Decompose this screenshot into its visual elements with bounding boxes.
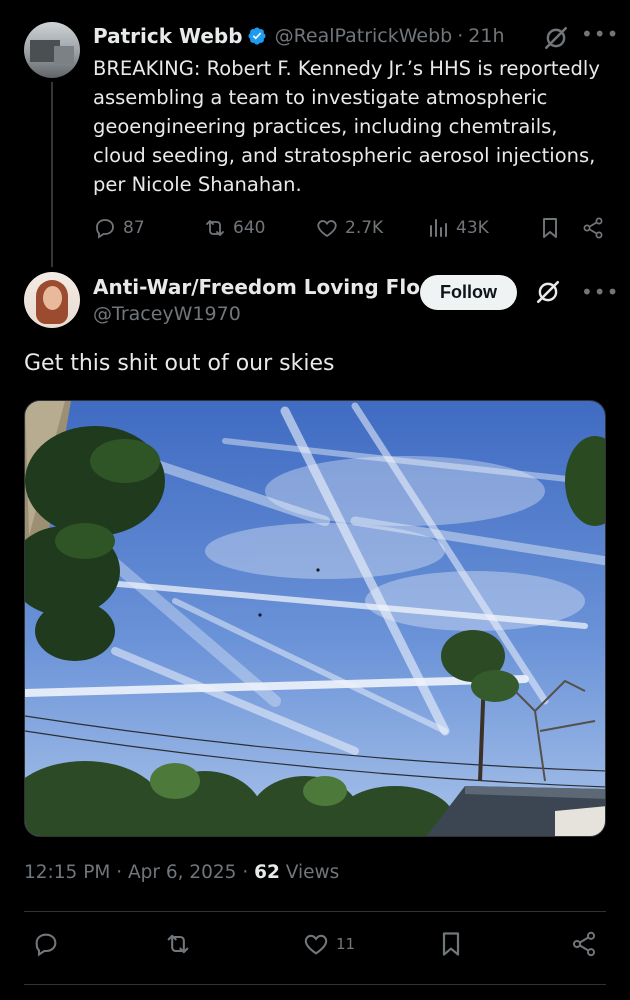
separator-dot: ·	[457, 25, 464, 47]
bookmark-icon	[543, 218, 557, 238]
repost-icon	[206, 220, 224, 236]
analytics-icon	[430, 219, 447, 237]
parent-tweet-text: BREAKING: Robert F. Kennedy Jr.’s HHS is…	[93, 57, 600, 196]
share-button[interactable]	[570, 930, 598, 958]
author-handle[interactable]: @TraceyW1970	[93, 303, 241, 325]
reply-button[interactable]	[32, 930, 60, 958]
views-count: 62	[254, 862, 280, 883]
bookmark-icon	[442, 932, 460, 956]
more-icon[interactable]: •••	[581, 24, 619, 44]
bookmark-button[interactable]	[538, 216, 562, 240]
reply-count: 87	[123, 218, 145, 238]
like-count: 11	[336, 935, 356, 953]
parent-tweet-header: Patrick Webb @RealPatrickWebb · 21h	[93, 24, 505, 48]
share-icon	[572, 931, 596, 957]
share-button[interactable]	[581, 216, 605, 240]
follow-button[interactable]: Follow	[420, 275, 517, 310]
verified-badge-icon	[247, 26, 267, 46]
heart-icon	[317, 220, 337, 238]
tweet-photo[interactable]	[24, 400, 606, 837]
like-count: 2.7K	[345, 218, 384, 238]
reply-tweet-header: Anti-War/Freedom Loving Flo...	[93, 275, 443, 299]
reply-tweet-text: Get this shit out of our skies	[24, 351, 335, 376]
tweet-time[interactable]: 21h	[468, 25, 504, 47]
author-display-name[interactable]: Anti-War/Freedom Loving Flo...	[93, 275, 443, 299]
repost-button[interactable]: 640	[203, 216, 265, 240]
share-icon	[583, 217, 603, 239]
views-button[interactable]: 43K	[426, 216, 489, 240]
repost-button[interactable]	[164, 930, 192, 958]
more-icon[interactable]: •••	[581, 282, 619, 302]
reply-icon	[35, 933, 57, 957]
avatar[interactable]	[24, 22, 80, 78]
views-label: Views	[279, 862, 340, 883]
reply-button[interactable]: 87	[93, 216, 145, 240]
repost-count: 640	[233, 218, 266, 238]
like-button[interactable]: 2.7K	[315, 216, 383, 240]
like-button[interactable]: 11	[302, 930, 355, 958]
heart-icon	[304, 934, 328, 955]
grok-icon[interactable]	[543, 25, 569, 51]
author-handle[interactable]: @RealPatrickWebb	[275, 25, 453, 47]
author-display-name[interactable]: Patrick Webb	[93, 24, 243, 48]
bookmark-button[interactable]	[437, 930, 465, 958]
divider	[24, 984, 606, 985]
repost-icon	[167, 934, 189, 954]
view-count: 43K	[456, 218, 489, 238]
tweet-timestamp[interactable]: 12:15 PM · Apr 6, 2025 ·	[24, 862, 254, 883]
divider	[24, 911, 606, 912]
reply-icon	[96, 219, 114, 239]
grok-icon[interactable]	[535, 279, 561, 305]
tweet-meta: 12:15 PM · Apr 6, 2025 · 62 Views	[24, 862, 339, 883]
thread-connector-line	[51, 82, 53, 267]
avatar[interactable]	[24, 272, 80, 328]
